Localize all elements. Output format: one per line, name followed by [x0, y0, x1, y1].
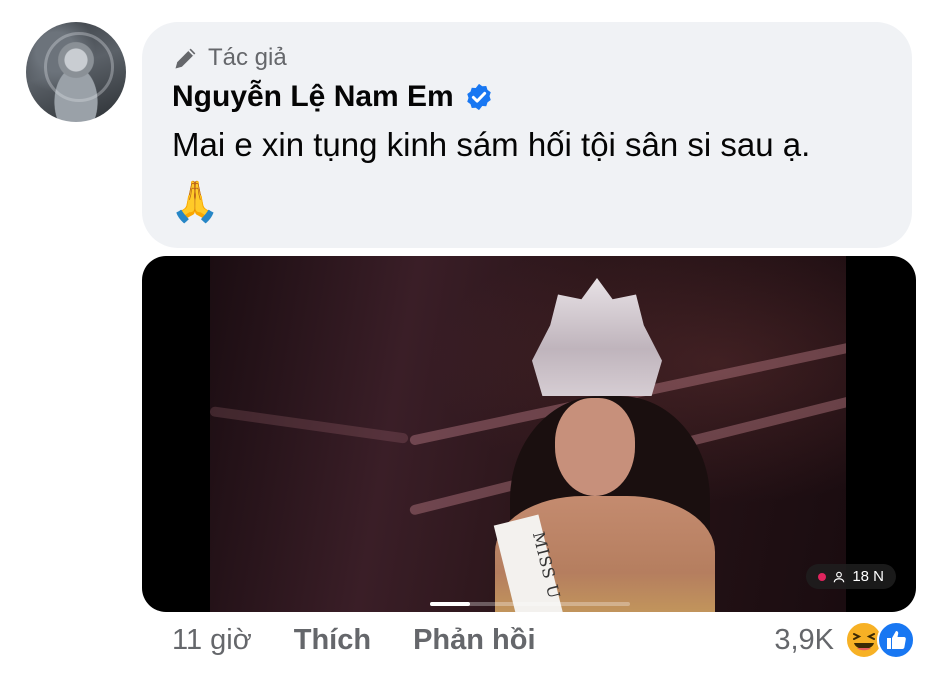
- author-row: Nguyễn Lệ Nam Em: [172, 80, 494, 114]
- comment-text: Mai e xin tụng kinh sám hối tội sân si s…: [172, 126, 811, 163]
- live-dot-icon: [818, 572, 827, 581]
- verified-badge-icon: [466, 83, 491, 111]
- reaction-summary[interactable]: 3,9K: [774, 620, 916, 660]
- video-progress-bar[interactable]: [430, 602, 630, 606]
- video-progress-fill: [430, 602, 470, 606]
- comment-actions: 11 giờ Thích Phản hồi: [172, 624, 536, 657]
- like-icon: [877, 621, 915, 659]
- reaction-count: 3,9K: [774, 623, 834, 656]
- reply-button[interactable]: Phản hồi: [413, 624, 535, 657]
- video-attachment[interactable]: MISS U 18 N: [142, 256, 916, 612]
- face-shape: [555, 398, 635, 496]
- person-icon: [834, 571, 845, 582]
- viewer-count-badge: 18 N: [806, 564, 896, 589]
- crown-shape: [532, 278, 662, 396]
- folded-hands-emoji: 🙏: [170, 180, 220, 224]
- like-button[interactable]: Thích: [294, 624, 371, 657]
- reaction-icons: [844, 620, 916, 660]
- author-badge: Tác giả: [172, 44, 287, 72]
- comment-bubble: Tác giả Nguyễn Lệ Nam Em Mai e xin tụng …: [142, 22, 912, 248]
- author-badge-label: Tác giả: [208, 44, 287, 71]
- video-frame: MISS U: [210, 256, 846, 612]
- author-name[interactable]: Nguyễn Lệ Nam Em: [172, 80, 454, 114]
- avatar[interactable]: [26, 22, 126, 122]
- stage-light-beam: [210, 406, 409, 444]
- avatar-halo: [44, 32, 114, 102]
- pen-icon: [175, 48, 196, 69]
- viewer-count: 18 N: [852, 568, 884, 585]
- comment-time[interactable]: 11 giờ: [172, 624, 252, 657]
